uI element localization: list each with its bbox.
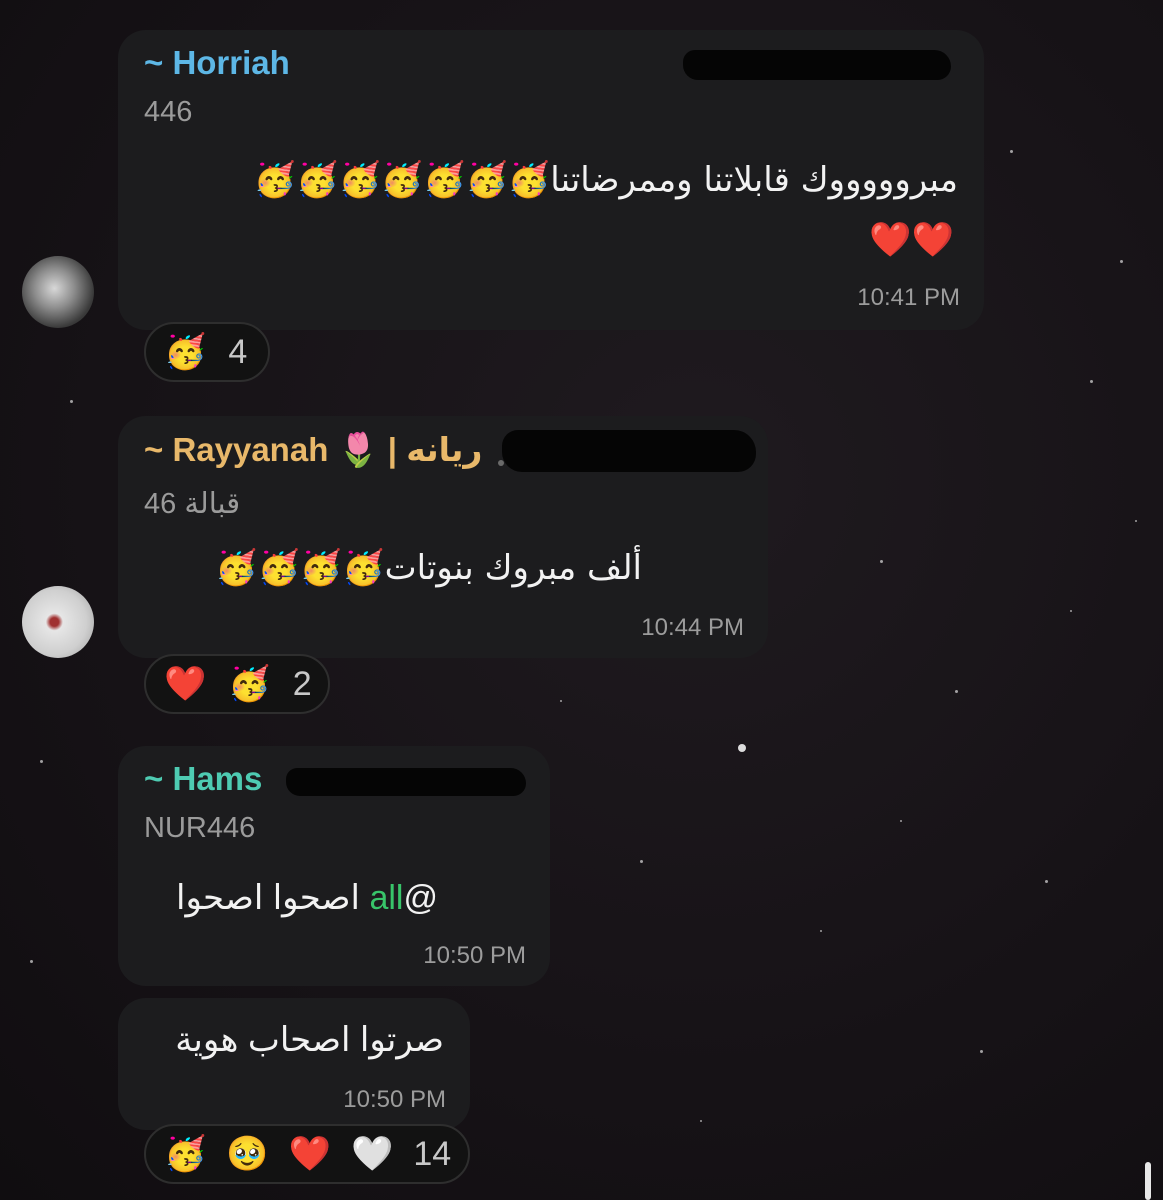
message-text: صرتوا اصحاب هوية [175, 1021, 444, 1059]
party-face-emoji: 🥳 [164, 1134, 207, 1174]
redacted-phone [683, 50, 951, 80]
sender-name[interactable]: ~ Rayyanah 🌷 | ريانه [144, 430, 482, 470]
white-heart-emoji: 🤍 [351, 1134, 394, 1174]
heart-emoji: ❤️ [164, 664, 207, 704]
redacted-phone [502, 430, 756, 472]
mention-all[interactable]: all [369, 879, 403, 917]
pleading-face-emoji: 🥹 [226, 1134, 269, 1174]
sender-subtitle: NUR446 [144, 812, 256, 844]
avatar-rayyanah[interactable] [22, 586, 94, 658]
reaction-pill[interactable]: 🥳 🥹 ❤️ 🤍 14 [144, 1124, 470, 1184]
sender-name[interactable]: ~ Horriah [144, 44, 290, 82]
reaction-pill[interactable]: 🥳 4 [144, 322, 270, 382]
message-text-line2: ❤️❤️ [869, 220, 954, 260]
message-text: ألف مبروك بنوتات🥳🥳🥳🥳 [215, 548, 642, 588]
message-text: مبروووووك قابلاتنا وممرضاتنا🥳🥳🥳🥳🥳🥳🥳 [253, 160, 958, 200]
sender-subtitle: قبالة 46 [144, 488, 241, 520]
sender-subtitle: 446 [144, 96, 193, 128]
reaction-count: 14 [413, 1134, 452, 1173]
message-timestamp: 10:50 PM [343, 1086, 446, 1113]
redacted-phone [286, 768, 526, 796]
sender-name[interactable]: ~ Hams [144, 760, 262, 798]
heart-emoji: ❤️ [288, 1134, 332, 1174]
message-bubble-hams-followup[interactable]: صرتوا اصحاب هوية 10:50 PM [118, 998, 470, 1130]
message-text: @all اصحوا اصحوا [176, 878, 438, 918]
avatar-horriah[interactable] [22, 256, 94, 328]
message-bubble-rayyanah[interactable]: ~ Rayyanah 🌷 | ريانه قبالة 46 ألف مبروك … [118, 416, 768, 658]
message-bubble-horriah[interactable]: ~ Horriah 446 مبروووووك قابلاتنا وممرضات… [118, 30, 984, 330]
message-bubble-hams[interactable]: ~ Hams NUR446 @all اصحوا اصحوا 10:50 PM [118, 746, 550, 986]
message-timestamp: 10:44 PM [641, 614, 744, 641]
at-symbol: @ [403, 879, 438, 917]
scroll-indicator[interactable] [1145, 1162, 1151, 1200]
party-face-emoji: 🥳 [228, 664, 271, 704]
message-timestamp: 10:41 PM [857, 284, 960, 311]
reaction-count: 4 [228, 332, 248, 371]
reaction-pill[interactable]: ❤️ 🥳 2 [144, 654, 330, 714]
message-timestamp: 10:50 PM [423, 942, 526, 969]
reaction-count: 2 [292, 664, 312, 703]
message-rest: اصحوا اصحوا [176, 879, 370, 917]
party-face-emoji: 🥳 [164, 332, 207, 372]
